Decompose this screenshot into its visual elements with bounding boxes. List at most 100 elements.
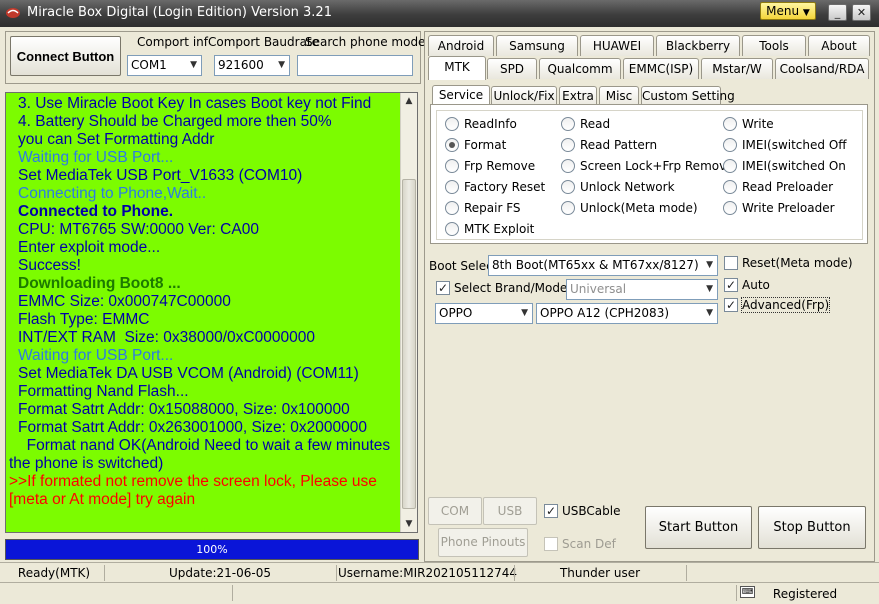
- chevron-down-icon: ▼: [521, 308, 528, 318]
- log-scrollbar[interactable]: ▲ ▼: [400, 93, 417, 532]
- log-line: EMMC Size: 0x000747C00000: [18, 293, 231, 310]
- service-option-repair-fs[interactable]: Repair FS: [445, 201, 521, 215]
- usb-cable-checkbox[interactable]: ✓ USBCable: [544, 504, 621, 518]
- tab-coolsand-rda[interactable]: Coolsand/RDA: [775, 58, 869, 79]
- close-icon: ✕: [856, 6, 867, 19]
- service-option-label: Unlock Network: [580, 180, 675, 194]
- keyboard-icon: ⌨: [740, 586, 755, 598]
- progress-bar: 100%: [5, 539, 419, 560]
- service-option-read-pattern[interactable]: Read Pattern: [561, 138, 657, 152]
- com-scan-button[interactable]: COM Scan: [428, 497, 482, 544]
- subtab-custom-setting[interactable]: Custom Setting: [641, 86, 735, 105]
- log-line: Success!: [18, 257, 81, 274]
- menu-chevron-icon: ▼: [802, 8, 810, 18]
- tab-samsung[interactable]: Samsung: [496, 35, 578, 56]
- search-phone-label: Search phone model: [305, 35, 429, 49]
- tab-emmc-isp[interactable]: EMMC(ISP): [623, 58, 699, 79]
- usb-cable-label: USBCable: [562, 504, 621, 518]
- chevron-down-icon: ▼: [278, 60, 285, 70]
- status-user: Thunder user: [559, 566, 641, 580]
- tab-huawei[interactable]: HUAWEI: [580, 35, 654, 56]
- boot-select-value: 8th Boot(MT65xx & MT67xx/8127): [492, 258, 699, 272]
- log-line: Set MediaTek USB Port_V1633 (COM10): [18, 167, 303, 184]
- service-option-label: Read: [580, 117, 611, 131]
- radio-icon: [445, 201, 459, 215]
- auto-checkbox[interactable]: ✓ Auto: [724, 278, 770, 292]
- boot-select[interactable]: 8th Boot(MT65xx & MT67xx/8127) ▼: [488, 255, 718, 276]
- service-option-imei-switched-off[interactable]: IMEI(switched Off: [723, 138, 847, 152]
- tab-tools[interactable]: Tools: [742, 35, 806, 56]
- service-option-write-preloader[interactable]: Write Preloader: [723, 201, 835, 215]
- baudrate-select[interactable]: 921600 ▼: [214, 55, 290, 76]
- app-logo-icon: [6, 8, 20, 18]
- advanced-frp-checkbox[interactable]: ✓ Advanced(Frp): [724, 297, 831, 313]
- log-line: INT/EXT RAM Size: 0x38000/0xC0000000: [18, 329, 315, 346]
- service-option-format[interactable]: Format: [445, 138, 506, 152]
- comport-select[interactable]: COM1 ▼: [127, 55, 202, 76]
- chevron-down-icon: ▼: [190, 60, 197, 70]
- service-option-label: ReadInfo: [464, 117, 517, 131]
- radio-icon: [445, 117, 459, 131]
- service-option-label: Write: [742, 117, 774, 131]
- service-option-read-preloader[interactable]: Read Preloader: [723, 180, 833, 194]
- tab-mstar[interactable]: Mstar/W: [701, 58, 773, 79]
- brand-select[interactable]: OPPO ▼: [435, 303, 533, 324]
- chevron-down-icon: ▼: [706, 284, 713, 294]
- radio-icon: [723, 117, 737, 131]
- tab-spd[interactable]: SPD: [487, 58, 537, 79]
- radio-icon: [561, 201, 575, 215]
- service-option-read[interactable]: Read: [561, 117, 610, 131]
- service-option-screen-lock-frp-remove[interactable]: Screen Lock+Frp Remove: [561, 159, 734, 173]
- scroll-down-icon[interactable]: ▼: [401, 516, 417, 532]
- universal-select[interactable]: Universal ▼: [566, 279, 718, 300]
- scroll-up-icon[interactable]: ▲: [401, 93, 417, 109]
- baudrate-label: Comport Baudrate: [208, 35, 320, 49]
- window-title: Miracle Box Digital (Login Edition) Vers…: [27, 5, 332, 20]
- tab-about[interactable]: About: [808, 35, 870, 56]
- tab-blackberry[interactable]: Blackberry: [656, 35, 740, 56]
- subtab-service[interactable]: Service: [432, 85, 490, 104]
- search-phone-input[interactable]: [297, 55, 413, 76]
- radio-icon: [723, 180, 737, 194]
- minimize-button[interactable]: _: [828, 4, 847, 21]
- service-option-imei-switched-on[interactable]: IMEI(switched On: [723, 159, 846, 173]
- model-select[interactable]: OPPO A12 (CPH2083) ▼: [536, 303, 718, 324]
- reset-meta-checkbox[interactable]: Reset(Meta mode): [724, 256, 853, 270]
- radio-icon: [561, 138, 575, 152]
- service-option-label: Read Pattern: [580, 138, 658, 152]
- usb-scan-button[interactable]: USB Scan: [483, 497, 537, 544]
- stop-button[interactable]: Stop Button: [758, 506, 866, 549]
- select-brand-checkbox[interactable]: ✓ Select Brand/Models: [436, 281, 577, 295]
- log-line: CPU: MT6765 SW:0000 Ver: CA00: [18, 221, 259, 238]
- phone-pinouts-button[interactable]: Phone Pinouts: [438, 528, 528, 557]
- subtab-misc[interactable]: Misc: [599, 86, 639, 105]
- service-option-label: Write Preloader: [742, 201, 835, 215]
- service-option-frp-remove[interactable]: Frp Remove: [445, 159, 535, 173]
- service-option-label: Unlock(Meta mode): [580, 201, 698, 215]
- service-option-readinfo[interactable]: ReadInfo: [445, 117, 517, 131]
- service-option-unlock-meta-mode[interactable]: Unlock(Meta mode): [561, 201, 698, 215]
- start-button[interactable]: Start Button: [645, 506, 752, 549]
- service-option-label: Factory Reset: [464, 180, 546, 194]
- service-option-factory-reset[interactable]: Factory Reset: [445, 180, 545, 194]
- menu-button[interactable]: Menu ▼: [760, 2, 816, 20]
- status-bar: Ready(MTK) Update:21-06-05 Username:MIR2…: [0, 562, 879, 582]
- baudrate-value: 921600: [218, 58, 264, 72]
- service-option-label: MTK Exploit: [464, 222, 535, 236]
- service-option-unlock-network[interactable]: Unlock Network: [561, 180, 675, 194]
- status-update: Update:21-06-05: [169, 566, 271, 580]
- connect-button[interactable]: Connect Button: [10, 36, 121, 76]
- log-line: 4. Battery Should be Charged more then 5…: [18, 113, 332, 130]
- tab-android[interactable]: Android: [428, 35, 494, 56]
- subtab-extra[interactable]: Extra: [559, 86, 597, 105]
- auto-label: Auto: [742, 278, 770, 292]
- subtab-unlock-fix[interactable]: Unlock/Fix: [491, 86, 557, 105]
- scroll-thumb[interactable]: [402, 179, 416, 509]
- close-button[interactable]: ✕: [852, 4, 871, 21]
- service-option-write[interactable]: Write: [723, 117, 774, 131]
- tab-mtk[interactable]: MTK: [428, 56, 486, 80]
- service-option-mtk-exploit[interactable]: MTK Exploit: [445, 222, 534, 236]
- tab-qualcomm[interactable]: Qualcomm: [539, 58, 621, 79]
- scan-def-checkbox[interactable]: Scan Def: [544, 537, 616, 551]
- service-option-label: Read Preloader: [742, 180, 834, 194]
